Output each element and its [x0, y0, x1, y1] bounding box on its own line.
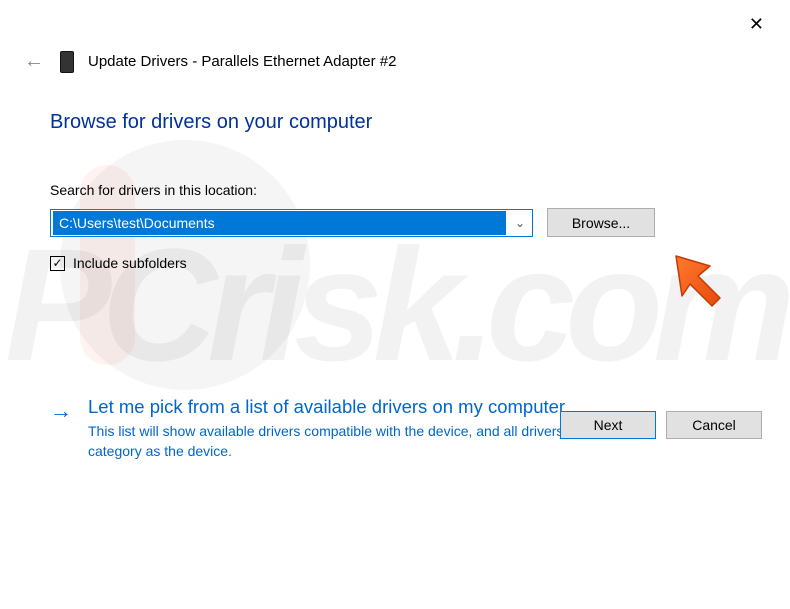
next-button[interactable]: Next	[560, 411, 656, 439]
back-arrow-icon[interactable]: ←	[22, 48, 46, 75]
footer: Next Cancel	[560, 411, 762, 439]
chevron-down-icon[interactable]: ⌄	[508, 216, 532, 230]
cancel-button[interactable]: Cancel	[666, 411, 762, 439]
header: ← Update Drivers - Parallels Ethernet Ad…	[0, 0, 790, 75]
path-value: C:\Users\test\Documents	[53, 211, 506, 235]
include-subfolders-label: Include subfolders	[73, 255, 187, 271]
arrow-right-icon: →	[50, 396, 72, 424]
include-subfolders-row[interactable]: ✓ Include subfolders	[50, 255, 740, 271]
device-icon	[60, 51, 74, 73]
search-location-label: Search for drivers in this location:	[50, 182, 740, 198]
include-subfolders-checkbox[interactable]: ✓	[50, 256, 65, 271]
window-title: Update Drivers - Parallels Ethernet Adap…	[88, 53, 397, 70]
close-button[interactable]: ✕	[739, 8, 774, 41]
page-title: Browse for drivers on your computer	[50, 111, 740, 134]
path-combobox[interactable]: C:\Users\test\Documents ⌄	[50, 209, 533, 237]
browse-button[interactable]: Browse...	[547, 208, 655, 237]
